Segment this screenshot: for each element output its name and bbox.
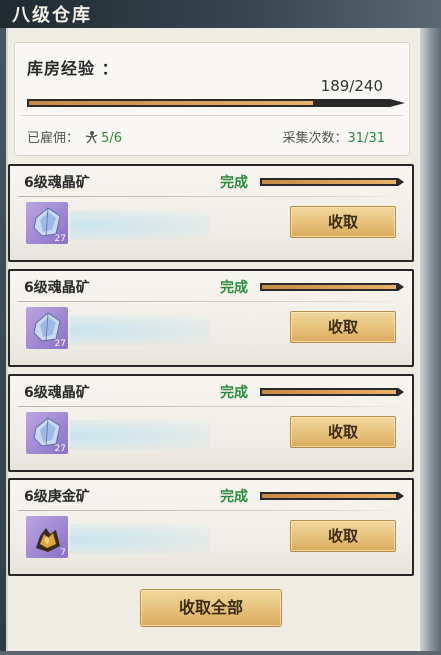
employed-info: 已雇佣： 5/6 (27, 127, 122, 146)
row-separator (18, 196, 404, 197)
exp-progress-bar (27, 99, 405, 107)
warehouse-summary: 库房经验 ： 189/240 已雇佣： 5/6 采集次数：31/31 (14, 42, 410, 156)
row-separator (18, 301, 404, 302)
mine-progress-fill (262, 494, 396, 498)
row-separator (18, 510, 404, 511)
mine-row: 6级庚金矿 完成 7 收取 (8, 478, 414, 576)
mist-decoration (70, 420, 210, 450)
mine-status: 完成 (220, 385, 248, 401)
row-separator (18, 406, 404, 407)
soul-crystal-icon[interactable]: 27 (26, 412, 68, 454)
title-bar: 八级仓库 (0, 0, 441, 28)
mine-progress-bar (260, 178, 404, 186)
gather-value: 31/31 (347, 131, 385, 146)
mine-row: 6级魂晶矿 完成 27 收取 (8, 164, 414, 262)
panel-edge-decoration (420, 28, 441, 655)
item-count: 7 (60, 548, 66, 558)
employed-value: 5/6 (101, 131, 123, 146)
geng-gold-ore-icon[interactable]: 7 (26, 516, 68, 558)
gather-label: 采集次数： (282, 131, 348, 146)
mine-progress-bar (260, 388, 404, 396)
collect-button[interactable]: 收取 (290, 311, 396, 343)
collect-all-button[interactable]: 收取全部 (140, 589, 282, 627)
worker-icon (86, 131, 98, 144)
collect-button[interactable]: 收取 (290, 206, 396, 238)
exp-label: 库房经验 ： (27, 59, 119, 78)
mine-progress-fill (262, 285, 396, 289)
item-count: 27 (54, 339, 66, 349)
mine-status: 完成 (220, 280, 248, 296)
item-count: 27 (54, 444, 66, 454)
mist-decoration (70, 524, 210, 554)
mine-name: 6级庚金矿 (24, 489, 90, 505)
bottom-edge (0, 651, 441, 655)
mine-status: 完成 (220, 175, 248, 191)
mine-row: 6级魂晶矿 完成 27 收取 (8, 374, 414, 472)
mine-row: 6级魂晶矿 完成 27 收取 (8, 269, 414, 367)
soul-crystal-icon[interactable]: 27 (26, 307, 68, 349)
exp-value: 189/240 (320, 77, 383, 95)
mist-decoration (70, 210, 210, 240)
mine-progress-bar (260, 492, 404, 500)
soul-crystal-icon[interactable]: 27 (26, 202, 68, 244)
item-count: 27 (54, 234, 66, 244)
gather-info: 采集次数：31/31 (283, 127, 385, 146)
collect-button[interactable]: 收取 (290, 520, 396, 552)
mine-name: 6级魂晶矿 (24, 385, 90, 401)
mine-progress-fill (262, 180, 396, 184)
mine-name: 6级魂晶矿 (24, 175, 90, 191)
mine-status: 完成 (220, 489, 248, 505)
mine-name: 6级魂晶矿 (24, 280, 90, 296)
mist-decoration (70, 315, 210, 345)
mine-progress-fill (262, 390, 396, 394)
employed-label: 已雇佣： (27, 131, 80, 146)
exp-progress-fill (29, 101, 313, 105)
divider (21, 115, 403, 116)
collect-button[interactable]: 收取 (290, 416, 396, 448)
window-title: 八级仓库 (12, 5, 92, 26)
mine-progress-bar (260, 283, 404, 291)
